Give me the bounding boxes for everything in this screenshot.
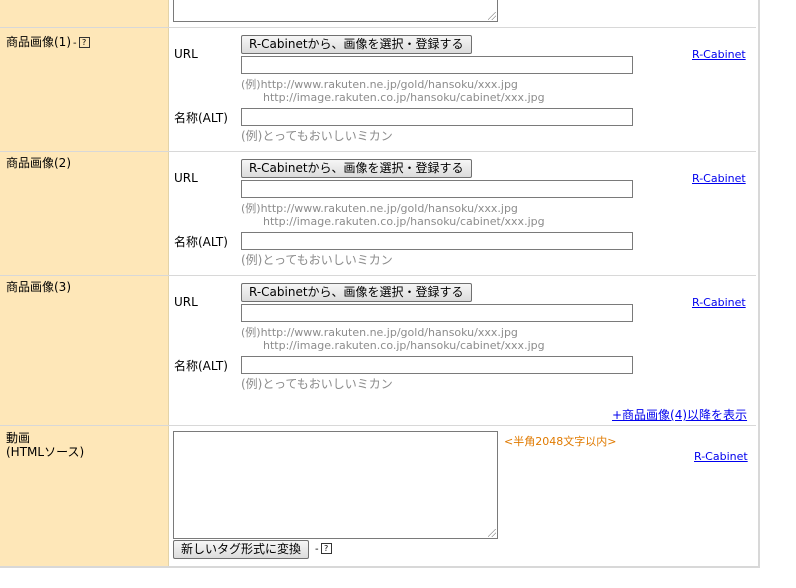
convert-tag-button[interactable]: 新しいタグ形式に変換 — [173, 540, 310, 559]
image-1-alt-label: 名称(ALT) — [174, 111, 228, 125]
row-divider — [0, 425, 756, 426]
video-limit-note: <半角2048文字以内> — [504, 435, 617, 448]
row-divider — [0, 151, 756, 152]
product-form: 商品画像(1) -? URL R-Cabinetから、画像を選択・登録する R-C… — [0, 0, 760, 568]
help-icon[interactable]: ? — [78, 37, 90, 48]
help-dash: - — [315, 544, 319, 555]
resize-grip[interactable] — [488, 12, 496, 20]
image-1-url-label: URL — [174, 47, 198, 61]
image-3-url-example-1: (例)http://www.rakuten.ne.jp/gold/hansoku… — [241, 326, 518, 339]
image-1-rcabinet-link[interactable]: R-Cabinet — [692, 48, 746, 61]
image-1-rcabinet-button[interactable]: R-Cabinetから、画像を選択・登録する — [241, 35, 472, 54]
image-1-url-example-2: http://image.rakuten.co.jp/hansoku/cabin… — [263, 91, 545, 104]
more-images-link[interactable]: +商品画像(4)以降を表示 — [612, 406, 747, 423]
image-1-label: 商品画像(1) -? — [6, 35, 90, 51]
image-2-label: 商品画像(2) — [6, 156, 71, 170]
image-1-url-example-1: (例)http://www.rakuten.ne.jp/gold/hansoku… — [241, 78, 518, 91]
video-label-line1: 動画 — [6, 431, 31, 445]
convert-help: -? — [313, 541, 332, 555]
image-2-url-label: URL — [174, 171, 198, 185]
video-rcabinet-link[interactable]: R-Cabinet — [694, 450, 748, 463]
image-2-url-example-2: http://image.rakuten.co.jp/hansoku/cabin… — [263, 215, 545, 228]
image-2-alt-label: 名称(ALT) — [174, 235, 228, 249]
image-3-alt-example: (例)とってもおいしいミカン — [241, 377, 393, 391]
video-label-line2: (HTMLソース) — [6, 445, 85, 459]
image-3-url-input[interactable] — [241, 304, 633, 322]
row-divider — [0, 275, 756, 276]
image-1-alt-input[interactable] — [241, 108, 633, 126]
help-dash: - — [73, 38, 77, 49]
image-1-label-text: 商品画像(1) — [6, 35, 71, 49]
video-label: 動画 (HTMLソース) — [6, 431, 84, 459]
image-3-alt-label: 名称(ALT) — [174, 359, 228, 373]
image-2-alt-input[interactable] — [241, 232, 633, 250]
image-1-url-input[interactable] — [241, 56, 633, 74]
image-2-url-input[interactable] — [241, 180, 633, 198]
image-1-alt-example: (例)とってもおいしいミカン — [241, 129, 393, 143]
image-3-label: 商品画像(3) — [6, 280, 71, 294]
image-3-rcabinet-button[interactable]: R-Cabinetから、画像を選択・登録する — [241, 283, 472, 302]
image-2-rcabinet-button[interactable]: R-Cabinetから、画像を選択・登録する — [241, 159, 472, 178]
previous-field-textarea[interactable] — [173, 0, 498, 22]
resize-grip[interactable] — [488, 529, 496, 537]
image-3-url-label: URL — [174, 295, 198, 309]
image-2-url-example-1: (例)http://www.rakuten.ne.jp/gold/hansoku… — [241, 202, 518, 215]
image-2-rcabinet-link[interactable]: R-Cabinet — [692, 172, 746, 185]
row-divider — [0, 27, 756, 28]
image-3-alt-input[interactable] — [241, 356, 633, 374]
image-3-rcabinet-link[interactable]: R-Cabinet — [692, 296, 746, 309]
image-3-url-example-2: http://image.rakuten.co.jp/hansoku/cabin… — [263, 339, 545, 352]
image-2-alt-example: (例)とってもおいしいミカン — [241, 253, 393, 267]
video-html-textarea[interactable] — [173, 431, 498, 539]
help-icon[interactable]: ? — [320, 543, 332, 554]
